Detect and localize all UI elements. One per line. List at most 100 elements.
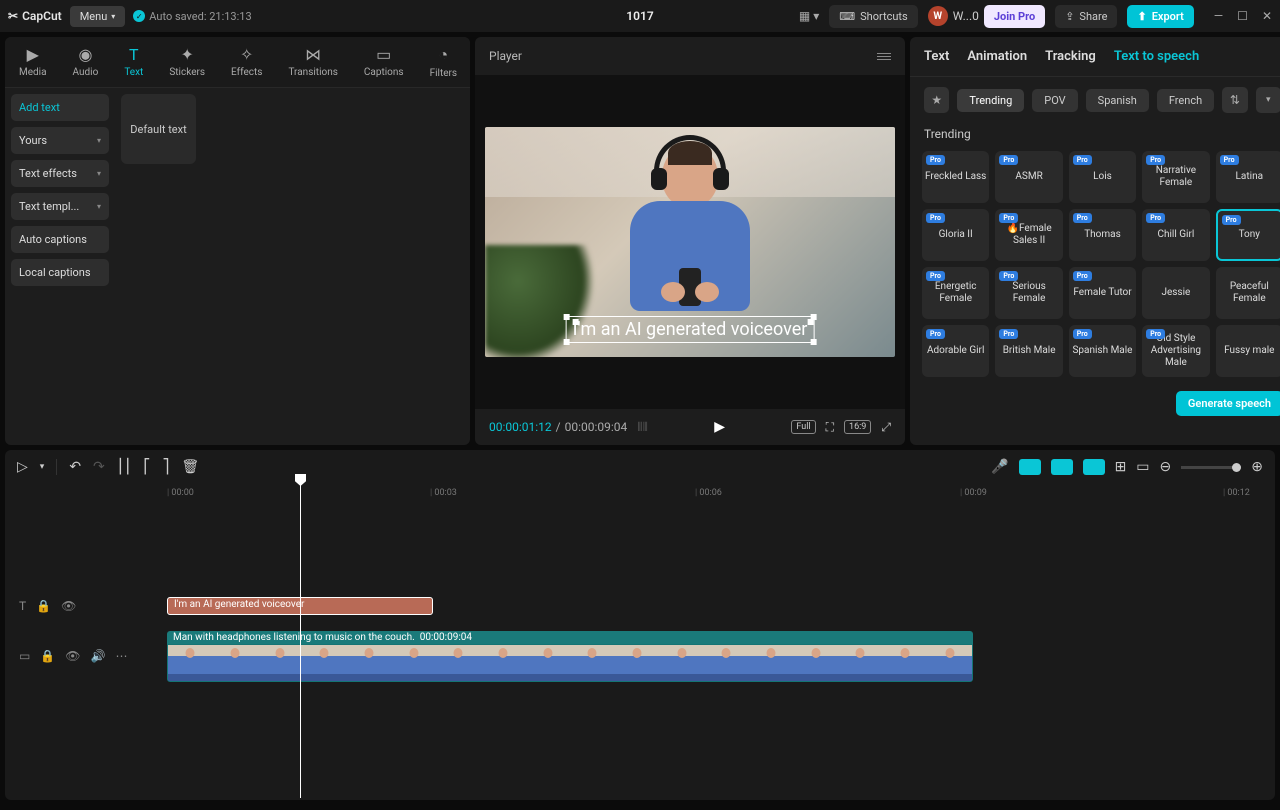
voice-serious-female[interactable]: ProSerious Female [995,267,1062,319]
voice-spanish-male[interactable]: ProSpanish Male [1069,325,1136,377]
redo-icon[interactable]: ↷ [93,459,105,475]
close-icon[interactable]: ✕ [1262,9,1272,23]
align-icon[interactable]: ⊞ [1115,459,1127,475]
default-text-preset[interactable]: Default text [121,94,196,164]
trim-left-icon[interactable]: ⎡ [143,459,150,475]
join-pro-button[interactable]: Join Pro [984,5,1045,28]
layout-icon[interactable]: ▦ ▾ [799,9,819,23]
cursor-icon[interactable]: ▷ [17,459,28,475]
inspector-tab-animation[interactable]: Animation [967,49,1027,64]
export-button[interactable]: ⬆Export [1127,5,1193,28]
chevron-down-icon[interactable]: ▾ [40,462,45,472]
ruler-tick: | 00:00 [167,488,194,498]
lock-icon[interactable]: 🔒 [40,649,55,663]
zoom-slider[interactable] [1181,466,1241,469]
time-ruler[interactable]: | 00:00| 00:03| 00:06| 00:09| 00:12 [5,484,1275,504]
delete-icon[interactable]: 🗑 [181,459,199,475]
generate-speech-button[interactable]: Generate speech [1176,391,1280,416]
preview-icon[interactable]: ▭ [1136,459,1149,475]
voice-narrative-female[interactable]: ProNarrative Female [1142,151,1209,203]
eye-icon[interactable]: 👁 [61,599,76,613]
resize-handle[interactable] [564,314,570,320]
minimize-icon[interactable]: ― [1214,9,1223,23]
share-button[interactable]: ⇪Share [1055,5,1117,28]
voice-chill-girl[interactable]: ProChill Girl [1142,209,1209,261]
voice-peaceful-female[interactable]: Peaceful Female [1216,267,1280,319]
magnet-toggle[interactable] [1019,459,1041,475]
pro-badge: Pro [926,213,945,223]
chevron-down-icon[interactable]: ▾ [1256,87,1280,113]
tab-audio[interactable]: ◉Audio [69,43,103,81]
filter-spanish[interactable]: Spanish [1086,89,1149,112]
preview-area[interactable]: I'm an AI generated voiceover ⟳ [475,75,905,409]
eq-icon[interactable]: ⦀⦀ [637,420,648,435]
video-clip[interactable]: Man with headphones listening to music o… [167,631,973,682]
filter-trending[interactable]: Trending [957,89,1024,112]
zoom-out-icon[interactable]: ⊖ [1160,459,1172,475]
tab-transitions[interactable]: ⋈Transitions [284,43,341,81]
sidebar-text-templates[interactable]: Text templ...▾ [11,193,109,220]
tab-stickers[interactable]: ✦Stickers [165,43,209,81]
playhead[interactable] [300,482,301,798]
voice-female-tutor[interactable]: ProFemale Tutor [1069,267,1136,319]
tab-text[interactable]: TText [120,43,147,81]
voice-asmr[interactable]: ProASMR [995,151,1062,203]
voice-latina[interactable]: ProLatina [1216,151,1280,203]
voice-thomas[interactable]: ProThomas [1069,209,1136,261]
favorite-filter-icon[interactable]: ★ [924,87,949,113]
voice-gloria-ii[interactable]: ProGloria II [922,209,989,261]
text-overlay[interactable]: I'm an AI generated voiceover ⟳ [566,316,815,343]
split-icon[interactable]: ⎮⎮ [117,459,132,475]
sidebar-yours[interactable]: Yours▾ [11,127,109,154]
voice-freckled-lass[interactable]: ProFreckled Lass [922,151,989,203]
tab-effects[interactable]: ✧Effects [227,43,266,81]
inspector-tab-text[interactable]: Text [924,49,949,64]
menu-button[interactable]: Menu▾ [70,6,126,27]
sidebar-add-text[interactable]: Add text [11,94,109,121]
resize-handle[interactable] [564,339,570,345]
timeline[interactable]: | 00:00| 00:03| 00:06| 00:09| 00:12 T 🔒 … [5,484,1275,800]
sidebar-auto-captions[interactable]: Auto captions [11,226,109,253]
mute-icon[interactable]: 🔊 [91,649,106,663]
sort-icon[interactable]: ⇅ [1222,87,1247,113]
trim-right-icon[interactable]: ⎤ [162,459,169,475]
inspector-tab-tracking[interactable]: Tracking [1045,49,1096,64]
pro-badge: Pro [926,329,945,339]
voice-tony[interactable]: ProTony [1216,209,1280,261]
filter-french[interactable]: French [1157,89,1214,112]
inspector-tab-text-to-speech[interactable]: Text to speech [1114,49,1199,64]
quality-badge[interactable]: Full [791,420,815,434]
voice-energetic-female[interactable]: ProEnergetic Female [922,267,989,319]
link-toggle[interactable] [1083,459,1105,475]
voice-old-style-advertising-male[interactable]: ProOld Style Advertising Male [1142,325,1209,377]
snap-toggle[interactable] [1051,459,1073,475]
voice-jessie[interactable]: Jessie [1142,267,1209,319]
tab-filters[interactable]: ◔Filters [426,43,462,81]
voice--female-sales-ii[interactable]: Pro🔥Female Sales II [995,209,1062,261]
shortcuts-button[interactable]: ⌨Shortcuts [829,5,917,28]
mic-icon[interactable]: 🎤 [991,459,1008,475]
more-icon[interactable]: ⋯ [115,649,127,663]
filter-pov[interactable]: POV [1032,89,1077,112]
resize-handle[interactable] [810,339,816,345]
voice-fussy-male[interactable]: Fussy male [1216,325,1280,377]
zoom-in-icon[interactable]: ⊕ [1251,459,1263,475]
tab-captions[interactable]: ▭Captions [360,43,408,81]
undo-icon[interactable]: ↶ [69,459,81,475]
sidebar-local-captions[interactable]: Local captions [11,259,109,286]
voice-adorable-girl[interactable]: ProAdorable Girl [922,325,989,377]
ratio-badge[interactable]: 16:9 [844,420,871,434]
avatar[interactable]: W [928,6,948,26]
sidebar-text-effects[interactable]: Text effects▾ [11,160,109,187]
play-button[interactable]: ▶ [714,419,725,435]
resize-handle[interactable] [810,314,816,320]
voice-lois[interactable]: ProLois [1069,151,1136,203]
player-menu-icon[interactable] [877,53,891,60]
crop-icon[interactable]: ⛶ [826,420,834,435]
lock-icon[interactable]: 🔒 [36,599,51,613]
maximize-icon[interactable]: ☐ [1237,9,1248,23]
fullscreen-icon[interactable]: ⤢ [881,420,891,435]
voice-british-male[interactable]: ProBritish Male [995,325,1062,377]
tab-media[interactable]: ▶Media [15,43,51,81]
eye-icon[interactable]: 👁 [65,649,80,663]
